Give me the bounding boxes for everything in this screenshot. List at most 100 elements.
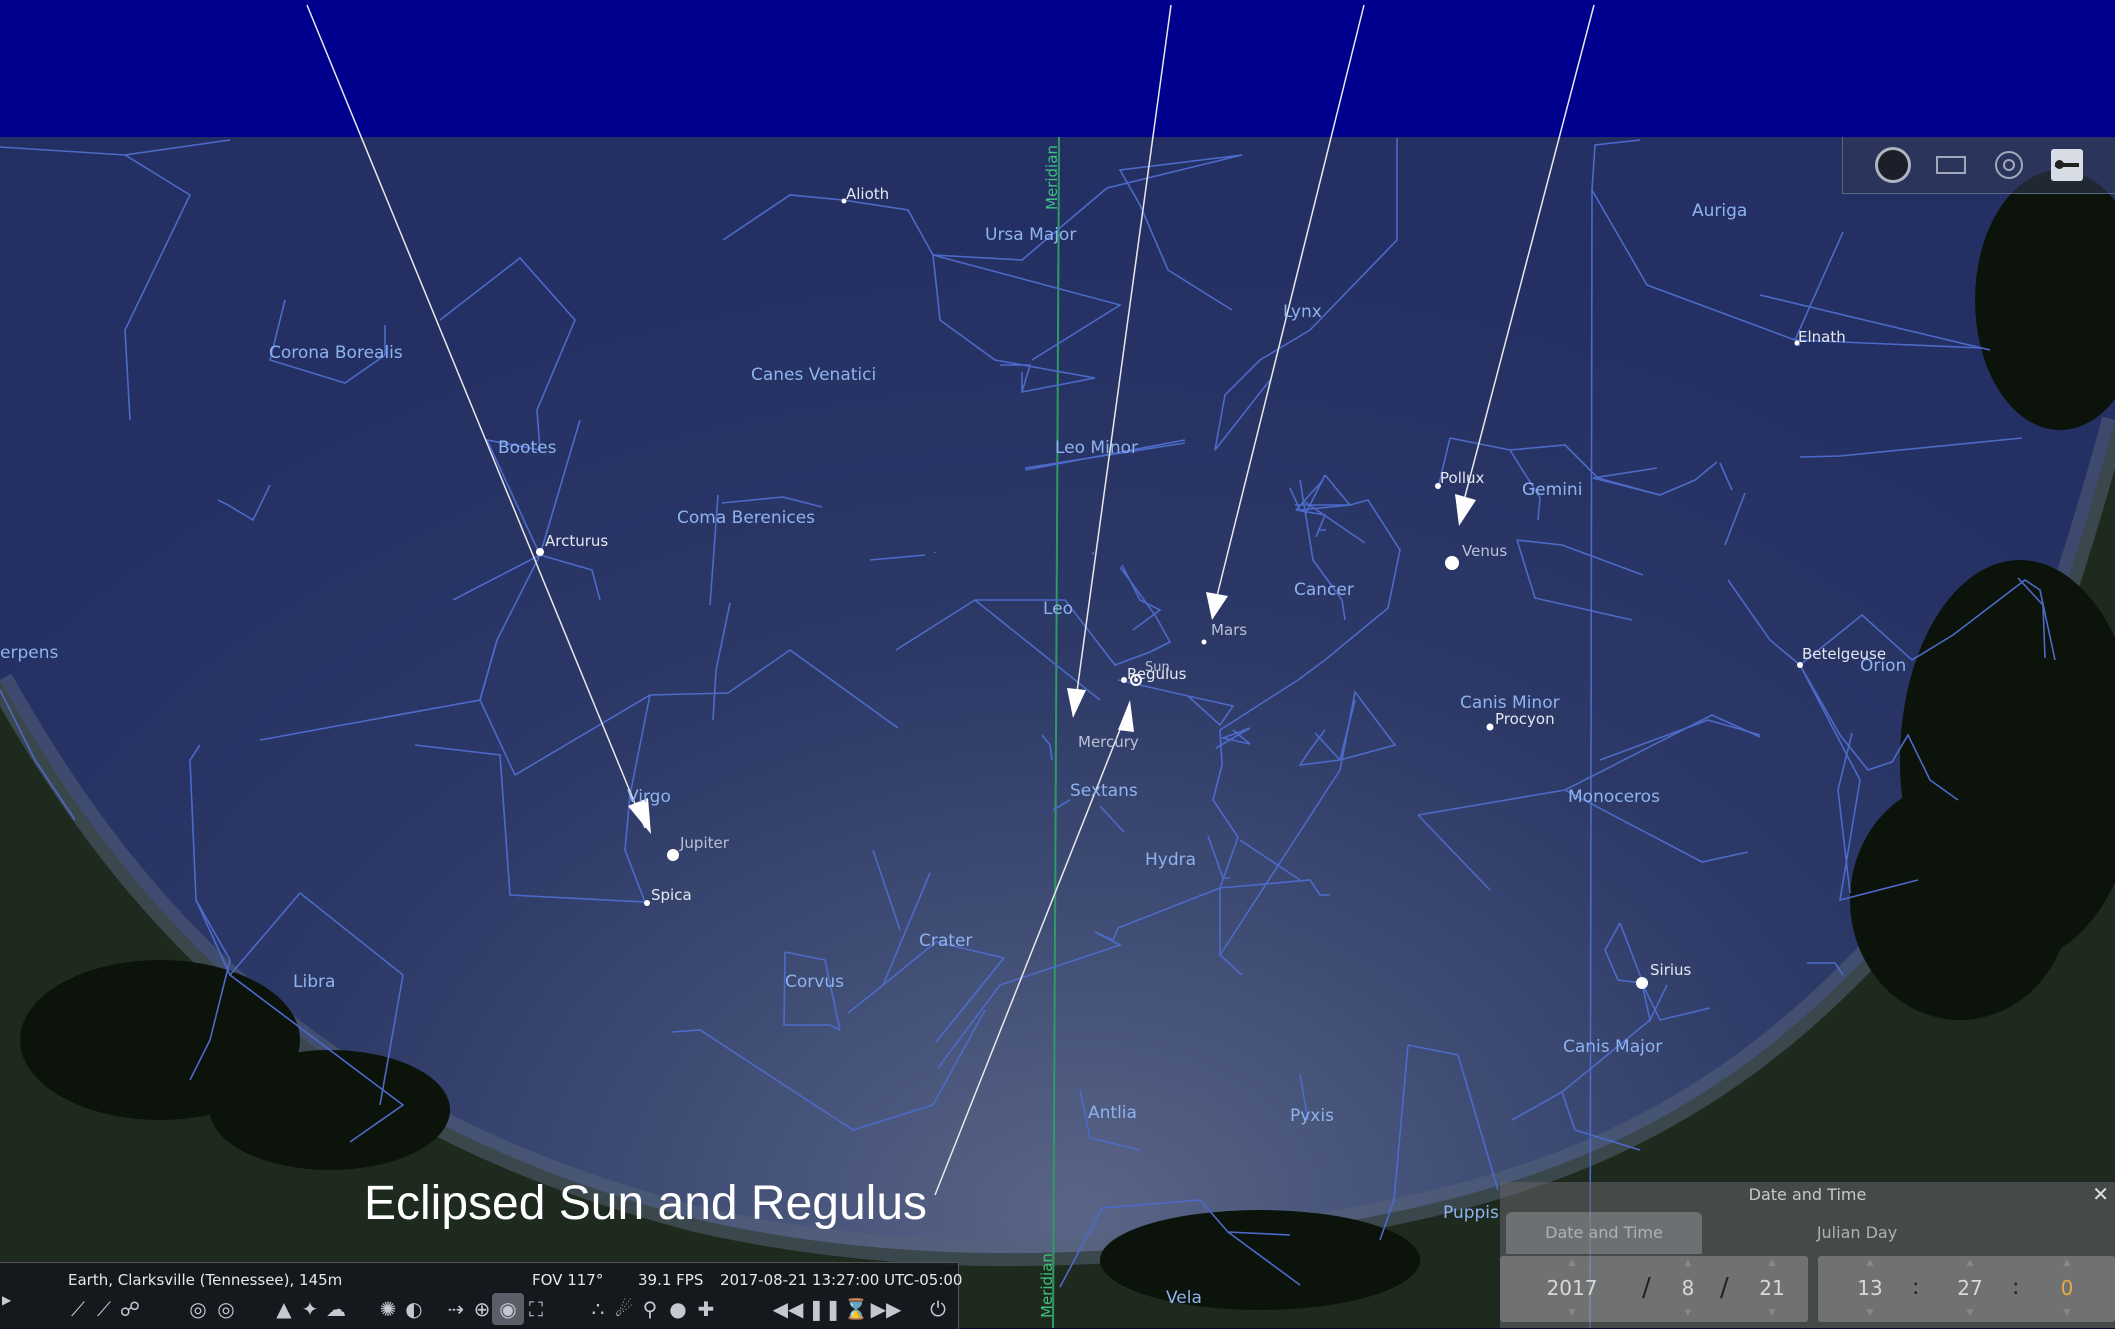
constellation-label-coma-berenices[interactable]: Coma Berenices <box>677 508 815 528</box>
day-up-arrow-icon[interactable]: ▲ <box>1762 1258 1782 1268</box>
tab-julian-day[interactable]: Julian Day <box>1762 1212 1952 1254</box>
planet-labels-icon: ◐ <box>405 1297 423 1321</box>
time-separator: : <box>1912 1275 1920 1300</box>
constellation-label-corvus[interactable]: Corvus <box>785 972 844 992</box>
second-up-arrow-icon[interactable]: ▲ <box>2057 1258 2077 1268</box>
side-arrow-icon[interactable]: ▶ <box>2 1293 11 1307</box>
telescope-icon: ✚ <box>697 1297 715 1321</box>
star-label-sirius[interactable]: Sirius <box>1650 961 1691 979</box>
fast-forward-button[interactable]: ▶▶ <box>870 1293 902 1325</box>
month-field[interactable]: 8 <box>1668 1270 1708 1306</box>
constellation-label-antlia[interactable]: Antlia <box>1088 1103 1137 1123</box>
fullscreen-button[interactable]: ⛶ <box>520 1293 552 1325</box>
planet-label-mercury[interactable]: Mercury <box>1078 733 1139 751</box>
constellation-label-leo-minor[interactable]: Leo Minor <box>1055 438 1138 458</box>
star-label-elnath[interactable]: Elnath <box>1798 328 1846 346</box>
constellation-label-canes-venatici[interactable]: Canes Venatici <box>751 365 876 385</box>
constellation-label-sextans[interactable]: Sextans <box>1070 781 1138 801</box>
month-down-arrow-icon[interactable]: ▼ <box>1678 1308 1698 1318</box>
view-telescope-button[interactable] <box>2049 147 2085 183</box>
atmosphere-icon: ☁ <box>326 1297 346 1321</box>
telescope-icon <box>2051 149 2083 181</box>
constellation-label-cancer[interactable]: Cancer <box>1294 580 1354 600</box>
constellation-label-canis-major[interactable]: Canis Major <box>1563 1037 1662 1057</box>
constellation-label-monoceros[interactable]: Monoceros <box>1568 787 1660 807</box>
date-separator: / <box>1720 1273 1729 1303</box>
constellation-label-vela[interactable]: Vela <box>1166 1288 1202 1308</box>
constellation-label-serpens[interactable]: erpens <box>0 643 58 663</box>
real-time-icon: ⌛ <box>843 1297 869 1321</box>
close-icon[interactable]: ✕ <box>2092 1182 2109 1206</box>
constellation-label-pyxis[interactable]: Pyxis <box>1290 1106 1334 1126</box>
hour-up-arrow-icon[interactable]: ▲ <box>1860 1258 1880 1268</box>
location-text[interactable]: Earth, Clarksville (Tennessee), 145m <box>68 1271 342 1289</box>
tab-date-and-time[interactable]: Date and Time <box>1506 1212 1702 1254</box>
azimuthal-grid-button[interactable]: ◎ <box>210 1293 242 1325</box>
star-label-betelgeuse[interactable]: Betelgeuse <box>1802 645 1886 663</box>
pause-button[interactable]: ❚❚ <box>808 1293 842 1325</box>
constellation-label-crater[interactable]: Crater <box>919 931 972 951</box>
constellation-art-icon: ☍ <box>119 1297 141 1321</box>
star-label-alioth[interactable]: Alioth <box>846 185 889 203</box>
day-down-arrow-icon[interactable]: ▼ <box>1762 1308 1782 1318</box>
star-label-spica[interactable]: Spica <box>651 886 692 904</box>
quit-button[interactable]: ⏻ <box>922 1293 954 1325</box>
star-label-pollux[interactable]: Pollux <box>1440 469 1484 487</box>
minute-field[interactable]: 27 <box>1942 1270 1998 1306</box>
filled-circle-icon <box>1875 147 1911 183</box>
constellation-label-bootes[interactable]: Bootes <box>498 438 556 458</box>
real-time-button[interactable]: ⌛ <box>840 1293 872 1325</box>
time-fields: ▲ ▼ 13 : ▲ ▼ 27 : ▲ ▼ 0 <box>1818 1256 2115 1322</box>
constellation-label-puppis[interactable]: Puppis <box>1443 1203 1499 1223</box>
view-rectangle-button[interactable] <box>1933 147 1969 183</box>
constellation-label-hydra[interactable]: Hydra <box>1145 850 1196 870</box>
view-circle-button[interactable] <box>1875 147 1911 183</box>
year-down-arrow-icon[interactable]: ▼ <box>1562 1308 1582 1318</box>
pointer-arrowheads <box>628 494 1476 834</box>
planet-label-sun[interactable]: Sun <box>1145 660 1170 675</box>
constellation-art-button[interactable]: ☍ <box>114 1293 146 1325</box>
hour-down-arrow-icon[interactable]: ▼ <box>1860 1308 1880 1318</box>
constellation-label-libra[interactable]: Libra <box>293 972 335 992</box>
planet-label-mars[interactable]: Mars <box>1211 621 1247 639</box>
constellation-label-leo[interactable]: Leo <box>1043 599 1073 619</box>
constellation-label-virgo[interactable]: Virgo <box>627 787 671 807</box>
atmosphere-button[interactable]: ☁ <box>320 1293 352 1325</box>
bottom-toolbar: Earth, Clarksville (Tennessee), 145m FOV… <box>0 1262 962 1329</box>
planet-label-venus[interactable]: Venus <box>1462 542 1507 560</box>
minute-down-arrow-icon[interactable]: ▼ <box>1960 1308 1980 1318</box>
sky-overlay: Meridian Meridian <box>0 4 2115 1328</box>
second-down-arrow-icon[interactable]: ▼ <box>2057 1308 2077 1318</box>
constellation-label-corona-borealis[interactable]: Corona Borealis <box>269 343 403 363</box>
minute-up-arrow-icon[interactable]: ▲ <box>1960 1258 1980 1268</box>
star-label-arcturus[interactable]: Arcturus <box>545 532 608 550</box>
planet-label-jupiter[interactable]: Jupiter <box>680 834 729 852</box>
constellation-label-auriga[interactable]: Auriga <box>1692 201 1747 221</box>
date-fields: ▲ ▼ 2017 / ▲ ▼ 8 / ▲ ▼ 21 <box>1500 1256 1808 1322</box>
window-title: Date and Time <box>1748 1185 1867 1204</box>
datetime-text[interactable]: 2017-08-21 13:27:00 UTC-05:00 <box>720 1271 962 1289</box>
rectangle-icon <box>1936 156 1966 174</box>
meridian-label-bottom: Meridian <box>1038 1253 1056 1318</box>
month-up-arrow-icon[interactable]: ▲ <box>1678 1258 1698 1268</box>
fps-text: 39.1 FPS <box>638 1271 704 1289</box>
hour-field[interactable]: 13 <box>1842 1270 1898 1306</box>
star-label-procyon[interactable]: Procyon <box>1495 710 1555 728</box>
rewind-button[interactable]: ◀◀ <box>772 1293 804 1325</box>
telescope-button[interactable]: ✚ <box>690 1293 722 1325</box>
star-dots <box>536 198 1803 989</box>
constellation-label-ursa-major[interactable]: Ursa Major <box>985 225 1076 245</box>
target-icon <box>1995 151 2023 179</box>
day-field[interactable]: 21 <box>1750 1270 1794 1306</box>
view-mode-panel <box>1842 137 2115 194</box>
time-separator: : <box>2012 1275 2020 1300</box>
planet-labels-button[interactable]: ◐ <box>398 1293 430 1325</box>
date-separator: / <box>1642 1273 1651 1303</box>
year-up-arrow-icon[interactable]: ▲ <box>1562 1258 1582 1268</box>
constellation-label-lynx[interactable]: Lynx <box>1283 302 1322 322</box>
view-target-button[interactable] <box>1991 147 2027 183</box>
second-field[interactable]: 0 <box>2040 1270 2094 1306</box>
annotation-title: Eclipsed Sun and Regulus <box>364 1177 928 1230</box>
year-field[interactable]: 2017 <box>1520 1270 1624 1306</box>
constellation-label-gemini[interactable]: Gemini <box>1522 480 1582 500</box>
